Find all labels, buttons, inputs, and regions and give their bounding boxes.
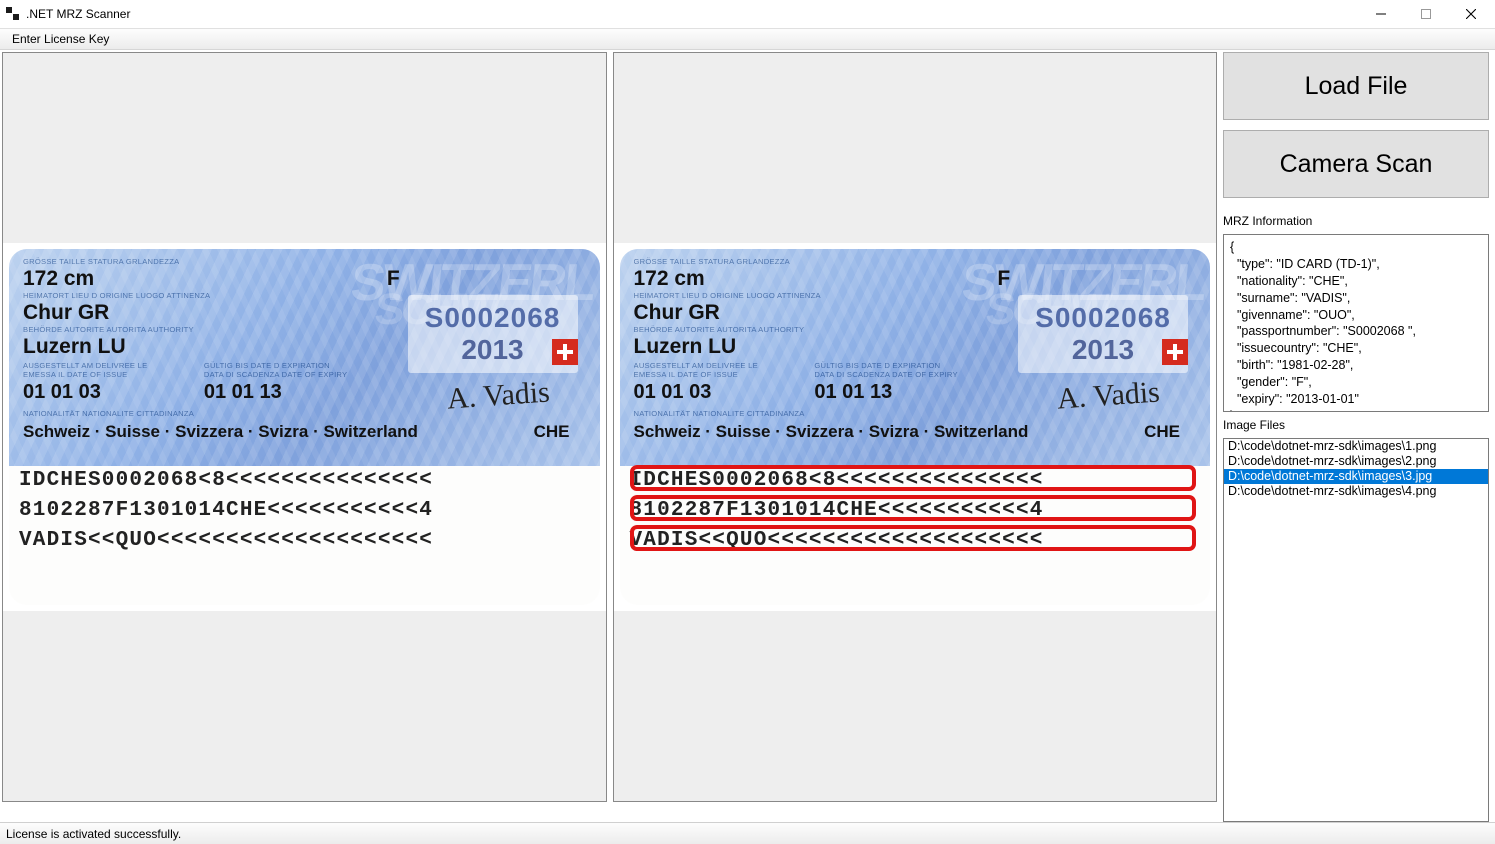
image-files-label: Image Files <box>1223 418 1489 432</box>
card-serial-year: 2013 <box>461 334 523 366</box>
mrz-highlight-1 <box>630 465 1197 491</box>
status-text: License is activated successfully. <box>6 827 181 841</box>
image-files-list[interactable]: D:\code\dotnet-mrz-sdk\images\1.pngD:\co… <box>1223 438 1489 822</box>
menubar: Enter License Key <box>0 28 1495 50</box>
card-authority-label: BEHÖRDE AUTORITE AUTORITA AUTHORITY <box>23 325 194 334</box>
window-title: .NET MRZ Scanner <box>26 7 130 21</box>
image-file-row[interactable]: D:\code\dotnet-mrz-sdk\images\1.png <box>1224 439 1488 454</box>
card-issued-label2: EMESSA IL DATE OF ISSUE <box>23 370 128 379</box>
card-expiry-label1: GÜLTIG BIS DATE D EXPIRATION <box>204 361 330 370</box>
swiss-flag-icon <box>552 339 578 365</box>
card-nat-code: CHE <box>534 422 570 442</box>
card-expiry: 01 01 13 <box>204 381 282 404</box>
load-file-button[interactable]: Load File <box>1223 52 1489 120</box>
id-card-image: SWITZERL SCHW GRÖSSE TAILLE STATURA GRLA… <box>9 249 600 605</box>
card-nat-line: Schweiz · Suisse · Svizzera · Svizra · S… <box>23 422 418 442</box>
card-issued: 01 01 03 <box>23 381 101 404</box>
statusbar: License is activated successfully. <box>0 822 1495 844</box>
card-nat-label: NATIONALITÄT NATIONALITE CITTADINANZA <box>23 409 194 418</box>
card-origin: Chur GR <box>23 301 109 325</box>
main-body: SWITZERL SCHW GRÖSSE TAILLE STATURA GRLA… <box>0 50 1495 822</box>
menu-enter-license[interactable]: Enter License Key <box>6 30 115 48</box>
image-file-row[interactable]: D:\code\dotnet-mrz-sdk\images\4.png <box>1224 484 1488 499</box>
card-authority: Luzern LU <box>23 335 126 359</box>
mrz-info-output[interactable]: { "type": "ID CARD (TD-1)", "nationality… <box>1223 234 1489 412</box>
card-issued-label1: AUSGESTELLT AM DELIVREE LE <box>23 361 147 370</box>
card-expiry-label2: DATA DI SCADENZA DATE OF EXPIRY <box>204 370 347 379</box>
mrz-highlight-2 <box>630 495 1197 521</box>
minimize-button[interactable] <box>1358 0 1403 28</box>
processed-image-panel[interactable]: SWITZERL SCHW GRÖSSE TAILLE STATURA GRLA… <box>613 52 1218 802</box>
mrz-line-3: VADIS<<QUO<<<<<<<<<<<<<<<<<<<< <box>19 529 433 552</box>
image-file-row[interactable]: D:\code\dotnet-mrz-sdk\images\3.jpg <box>1224 469 1488 484</box>
card-height: 172 cm <box>23 267 94 291</box>
original-image-panel[interactable]: SWITZERL SCHW GRÖSSE TAILLE STATURA GRLA… <box>2 52 607 802</box>
titlebar: .NET MRZ Scanner <box>0 0 1495 28</box>
swiss-flag-icon <box>1162 339 1188 365</box>
card-sex: F <box>387 267 400 291</box>
mrz-line-1: IDCHES0002068<8<<<<<<<<<<<<<<< <box>19 469 433 492</box>
side-column: Load File Camera Scan MRZ Information { … <box>1223 52 1489 822</box>
close-button[interactable] <box>1448 0 1493 28</box>
app-icon <box>6 7 20 21</box>
id-card-result-image: SWITZERL SCHW GRÖSSE TAILLE STATURA GRLA… <box>620 249 1211 605</box>
mrz-highlight-3 <box>630 525 1197 551</box>
card-serial: S0002068 <box>425 302 561 334</box>
card-height-label: GRÖSSE TAILLE STATURA GRLANDEZZA <box>23 257 179 266</box>
card-origin-label: HEIMATORT LIEU D ORIGINE LUOGO ATTINENZA <box>23 291 210 300</box>
maximize-button[interactable] <box>1403 0 1448 28</box>
camera-scan-button[interactable]: Camera Scan <box>1223 130 1489 198</box>
card-signature: A. Vadis <box>446 375 551 416</box>
mrz-line-2: 8102287F1301014CHE<<<<<<<<<<<4 <box>19 499 433 522</box>
image-file-row[interactable]: D:\code\dotnet-mrz-sdk\images\2.png <box>1224 454 1488 469</box>
mrz-info-label: MRZ Information <box>1223 214 1489 228</box>
